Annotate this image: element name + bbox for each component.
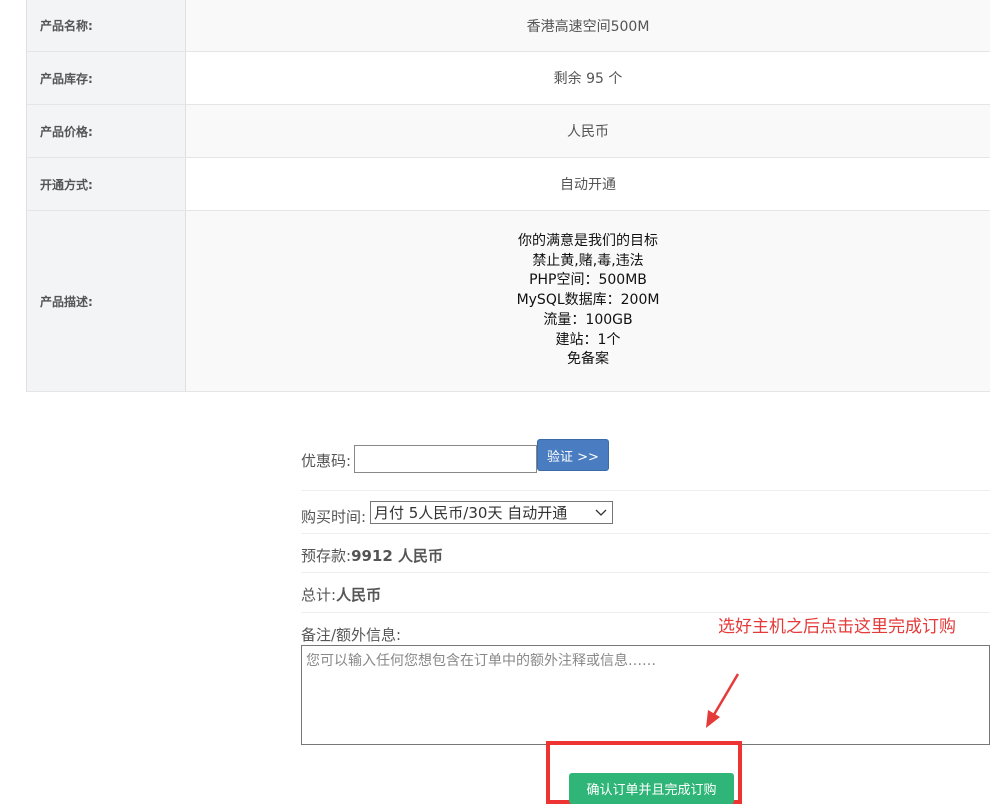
- deposit-label: 预存款:: [301, 547, 352, 565]
- chevron-down-icon: [595, 509, 607, 516]
- activation-method-row: 开通方式: 自动开通: [26, 158, 990, 211]
- description-line: MySQL数据库：200M: [516, 292, 660, 309]
- annotation-text: 选好主机之后点击这里完成订购: [718, 617, 956, 637]
- annotation-arrow-icon: [706, 673, 740, 728]
- product-price-label: 产品价格:: [26, 105, 186, 157]
- divider: [301, 490, 990, 491]
- activation-method-label: 开通方式:: [26, 158, 186, 210]
- total-value: 人民币: [336, 586, 382, 604]
- description-line: 免备案: [567, 351, 609, 368]
- description-line: PHP空间：500MB: [529, 272, 647, 289]
- product-info-table: 产品名称: 香港高速空间500M 产品库存: 剩余 95 个 产品价格: 人民币…: [26, 0, 990, 392]
- product-name-label: 产品名称:: [26, 0, 186, 51]
- confirm-order-button[interactable]: 确认订单并且完成订购: [569, 773, 734, 804]
- purchase-period-selected: 月付 5人民币/30天 自动开通: [374, 504, 568, 522]
- product-price-value: 人民币: [186, 105, 990, 157]
- product-description-label: 产品描述:: [26, 211, 186, 391]
- deposit-row: 预存款:9912 人民币: [301, 545, 990, 566]
- product-description-value: 你的满意是我们的目标 禁止黄,赌,毒,违法 PHP空间：500MB MySQL数…: [186, 211, 990, 391]
- verify-coupon-button[interactable]: 验证 >>: [537, 439, 609, 471]
- product-name-row: 产品名称: 香港高速空间500M: [26, 0, 990, 52]
- notes-textarea[interactable]: 您可以输入任何您想包含在订单中的额外注释或信息……: [301, 645, 990, 745]
- description-line: 禁止黄,赌,毒,违法: [532, 252, 644, 269]
- activation-method-value: 自动开通: [560, 177, 616, 193]
- purchase-period-select[interactable]: 月付 5人民币/30天 自动开通: [370, 501, 613, 524]
- description-lines: 你的满意是我们的目标 禁止黄,赌,毒,违法 PHP空间：500MB MySQL数…: [517, 232, 660, 371]
- product-price-row: 产品价格: 人民币: [26, 105, 990, 158]
- description-line: 你的满意是我们的目标: [518, 232, 658, 249]
- product-name-value: 香港高速空间500M: [186, 0, 990, 51]
- divider: [301, 533, 990, 534]
- total-row: 总计:人民币: [301, 584, 990, 605]
- description-line: 建站：1个: [555, 331, 621, 348]
- total-label: 总计:: [301, 586, 337, 604]
- deposit-value: 9912 人民币: [351, 547, 444, 565]
- product-stock-value: 剩余 95 个: [553, 71, 623, 87]
- description-line: 流量：100GB: [543, 311, 633, 328]
- product-stock-row: 产品库存: 剩余 95 个: [26, 52, 990, 105]
- product-stock-label: 产品库存:: [26, 52, 186, 104]
- divider: [301, 572, 990, 573]
- coupon-input[interactable]: [354, 445, 537, 473]
- product-description-row: 产品描述: 你的满意是我们的目标 禁止黄,赌,毒,违法 PHP空间：500MB …: [26, 211, 990, 392]
